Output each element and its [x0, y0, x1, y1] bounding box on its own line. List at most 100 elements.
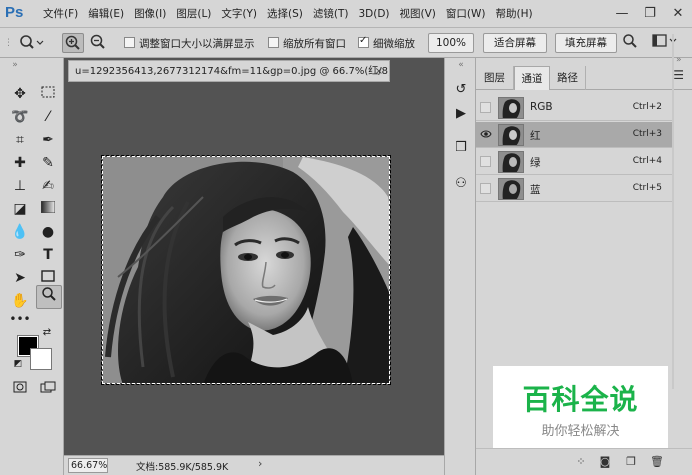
collapsed-panels: « ↺ ▶ ❒ ⚇	[444, 58, 476, 475]
document-title: u=1292356413,2677312174&fm=11&gp=0.jpg @…	[75, 66, 390, 77]
actions-panel-icon[interactable]: ▶	[450, 104, 472, 124]
3d-panel-icon[interactable]: ❒	[450, 138, 472, 158]
menu-view[interactable]: 视图(V)	[395, 0, 441, 28]
channel-row-rgb[interactable]: RGB Ctrl+2	[476, 95, 674, 121]
channel-thumbnail	[498, 178, 524, 200]
document-area: u=1292356413,2677312174&fm=11&gp=0.jpg @…	[64, 58, 444, 475]
collapse-panels-icon[interactable]: «	[450, 60, 472, 70]
zoom-all-windows-checkbox[interactable]	[268, 37, 279, 48]
document-tab[interactable]: u=1292356413,2677312174&fm=11&gp=0.jpg @…	[68, 60, 390, 82]
menu-image[interactable]: 图像(I)	[129, 0, 171, 28]
history-panel-icon[interactable]: ↺	[450, 80, 472, 100]
zoom-tool-preset-icon[interactable]	[16, 33, 46, 53]
channel-thumbnail	[498, 151, 524, 173]
close-document-icon[interactable]: ×	[375, 61, 383, 81]
status-bar: 66.67% 文档:585.9K/585.9K ›	[64, 455, 444, 475]
panel-collapse-icon[interactable]: »	[676, 55, 682, 65]
restore-button[interactable]: ❐	[636, 0, 664, 28]
new-channel-icon[interactable]: ❐	[622, 454, 640, 470]
eye-icon[interactable]	[480, 129, 492, 140]
path-selection-tool-icon[interactable]: ➤	[9, 267, 31, 289]
photoshop-window: Ps 文件(F) 编辑(E) 图像(I) 图层(L) 文字(Y) 选择(S) 滤…	[0, 0, 692, 475]
menu-window[interactable]: 窗口(W)	[441, 0, 491, 28]
menu-edit[interactable]: 编辑(E)	[83, 0, 129, 28]
zoom-out-icon[interactable]	[87, 33, 109, 53]
channel-row-red[interactable]: 红 Ctrl+3	[476, 122, 674, 148]
visibility-toggle[interactable]	[480, 102, 491, 113]
visibility-toggle[interactable]	[480, 183, 491, 194]
close-button[interactable]: ✕	[664, 0, 692, 28]
pen-tool-icon[interactable]: ✑	[9, 244, 31, 266]
crop-tool-icon[interactable]: ⌗	[9, 129, 31, 151]
channel-shortcut: Ctrl+3	[632, 129, 662, 139]
quick-mask-icon[interactable]	[9, 378, 31, 400]
default-colors-icon[interactable]: ◩	[12, 358, 24, 370]
menu-select[interactable]: 选择(S)	[262, 0, 308, 28]
watermark-logo: 百科全说 助你轻松解决	[493, 366, 668, 448]
search-icon[interactable]	[620, 33, 640, 53]
resize-windows-label: 调整窗口大小以满屏显示	[139, 38, 255, 50]
marquee-tool-icon[interactable]	[37, 83, 59, 105]
blur-tool-icon[interactable]: 💧	[9, 221, 31, 243]
scrubby-zoom-checkbox[interactable]	[358, 35, 369, 48]
magic-wand-tool-icon[interactable]: ⁄	[37, 106, 59, 128]
panel-tabs: 图层 通道 路径 ☰	[476, 66, 692, 90]
channel-shortcut: Ctrl+4	[632, 156, 662, 166]
panel-menu-icon[interactable]: ☰	[673, 68, 684, 82]
type-tool-icon[interactable]: T	[37, 244, 59, 266]
channel-shortcut: Ctrl+2	[632, 102, 662, 112]
tab-paths[interactable]: 路径	[550, 66, 586, 90]
gradient-tool-icon[interactable]	[37, 198, 59, 220]
fit-screen-button[interactable]: 适合屏幕	[483, 33, 547, 53]
panel-scrollbar[interactable]	[672, 34, 674, 389]
tab-layers[interactable]: 图层	[476, 66, 514, 90]
eraser-tool-icon[interactable]: ◪	[9, 198, 31, 220]
background-color-swatch[interactable]	[30, 348, 52, 370]
scrubby-zoom-label: 细微缩放	[373, 38, 415, 50]
move-tool-icon[interactable]: ✥	[9, 83, 31, 105]
edit-toolbar-icon[interactable]: •••	[9, 308, 31, 330]
properties-panel-icon[interactable]: ⚇	[450, 174, 472, 194]
zoom-in-icon[interactable]	[62, 33, 84, 53]
swap-colors-icon[interactable]: ⇄	[40, 326, 54, 340]
document-size-info: 文档:585.9K/585.9K	[136, 462, 229, 473]
menu-type[interactable]: 文字(Y)	[216, 0, 262, 28]
image-canvas[interactable]	[101, 155, 391, 385]
delete-channel-icon[interactable]: 🗑	[648, 454, 666, 470]
lasso-tool-icon[interactable]: ➰	[9, 106, 31, 128]
toolbar-collapse-icon[interactable]: »	[4, 60, 26, 70]
fill-screen-button[interactable]: 填充屏幕	[555, 33, 617, 53]
resize-windows-checkbox[interactable]	[124, 37, 135, 48]
zoom-tool-icon[interactable]	[36, 285, 62, 309]
history-brush-tool-icon[interactable]: ✍	[37, 175, 59, 197]
menu-3d[interactable]: 3D(D)	[353, 0, 394, 28]
menu-items: 文件(F) 编辑(E) 图像(I) 图层(L) 文字(Y) 选择(S) 滤镜(T…	[38, 0, 538, 28]
menu-file[interactable]: 文件(F)	[38, 0, 83, 28]
healing-brush-tool-icon[interactable]: ✚	[9, 152, 31, 174]
options-bar: ⋮ 调整窗口大小以满屏显示 缩放所有窗口 细微缩放 100% 适合屏幕 填充屏幕	[0, 28, 692, 58]
eyedropper-tool-icon[interactable]: ✒	[37, 129, 59, 151]
tools-panel: » ✥ ➰ ⁄ ⌗ ✒ ✚ ✎ ⊥ ✍ ◪ 💧 ● ✑ T ➤ ✋ ••• ⇄ …	[0, 58, 64, 475]
channel-name: 红	[530, 130, 541, 142]
zoom-100-button[interactable]: 100%	[428, 33, 474, 53]
clone-stamp-tool-icon[interactable]: ⊥	[9, 175, 31, 197]
screen-mode-icon[interactable]	[37, 378, 59, 400]
minimize-button[interactable]: —	[608, 0, 636, 28]
brush-tool-icon[interactable]: ✎	[37, 152, 59, 174]
dodge-tool-icon[interactable]: ●	[37, 221, 59, 243]
watermark-title: 百科全说	[522, 383, 639, 416]
workspace-switcher-icon[interactable]	[650, 33, 680, 53]
zoom-level-field[interactable]: 66.67%	[68, 458, 108, 473]
visibility-toggle[interactable]	[480, 156, 491, 167]
tab-channels[interactable]: 通道	[514, 66, 550, 90]
channel-thumbnail	[498, 124, 524, 146]
zoom-all-windows-label: 缩放所有窗口	[283, 38, 346, 50]
status-menu-arrow-icon[interactable]: ›	[258, 457, 262, 470]
menu-help[interactable]: 帮助(H)	[491, 0, 538, 28]
menu-filter[interactable]: 滤镜(T)	[308, 0, 354, 28]
save-selection-icon[interactable]: ◙	[596, 454, 614, 470]
channel-row-blue[interactable]: 蓝 Ctrl+5	[476, 176, 674, 202]
load-selection-icon[interactable]: ⁘	[572, 454, 590, 470]
channel-row-green[interactable]: 绿 Ctrl+4	[476, 149, 674, 175]
menu-layer[interactable]: 图层(L)	[171, 0, 216, 28]
